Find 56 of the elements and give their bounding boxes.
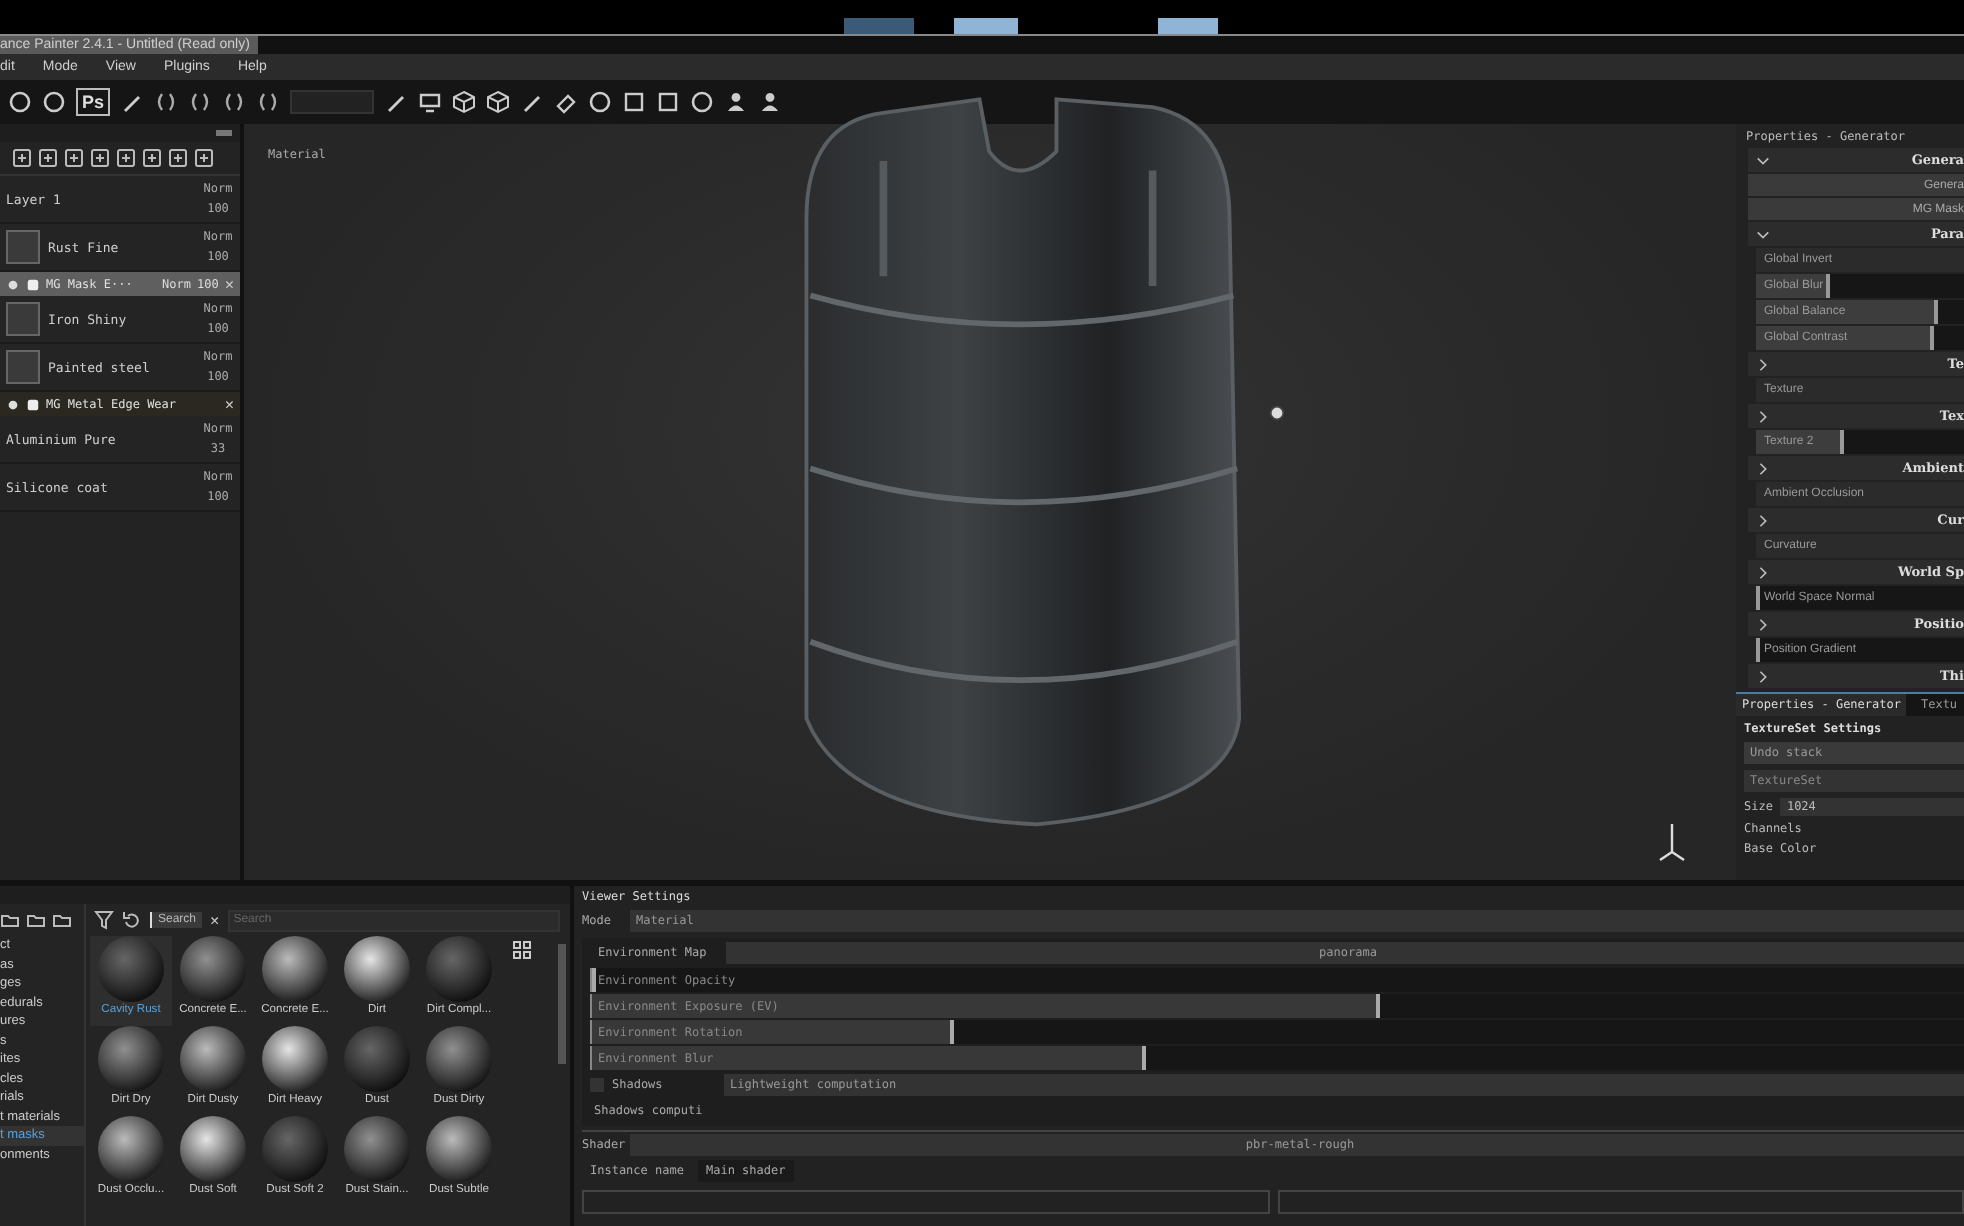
square-icon[interactable]: [622, 90, 647, 114]
axis-gizmo-icon: [1656, 820, 1688, 864]
grid-view-icon[interactable]: [512, 940, 532, 960]
bracket-icon[interactable]: [222, 90, 247, 114]
chevron-right-icon: [1756, 669, 1770, 683]
scrollbar[interactable]: [558, 944, 566, 1064]
layer-tool-icon[interactable]: [194, 148, 214, 168]
brush-icon[interactable]: [520, 90, 545, 114]
eraser-icon[interactable]: [554, 90, 579, 114]
thumbnail-placeholder[interactable]: [844, 18, 914, 34]
chevron-right-icon: [1756, 565, 1770, 579]
close-button[interactable]: ×: [224, 395, 234, 413]
layer-tool-icon[interactable]: [142, 148, 162, 168]
thumbnail-placeholder[interactable]: [954, 18, 1018, 34]
circle-icon[interactable]: [588, 90, 613, 114]
eye-icon[interactable]: [6, 277, 20, 291]
layer-tool-icon[interactable]: [90, 148, 110, 168]
bracket-icon[interactable]: [188, 90, 213, 114]
monitor-icon[interactable]: [418, 90, 443, 114]
person-icon[interactable]: [758, 90, 783, 114]
chevron-down-icon: [1756, 153, 1770, 167]
brush-size-field[interactable]: [290, 90, 375, 114]
cursor-icon: [1268, 404, 1286, 422]
chevron-right-icon: [1756, 409, 1770, 423]
brush-icon[interactable]: [384, 90, 409, 114]
circle-icon[interactable]: [42, 90, 66, 114]
cube-icon[interactable]: [486, 90, 511, 114]
chevron-right-icon: [1756, 617, 1770, 631]
layer-tool-icon[interactable]: [12, 148, 32, 168]
chevron-right-icon: [1756, 513, 1770, 527]
mask-icon: [26, 277, 40, 291]
layer-tool-icon[interactable]: [168, 148, 188, 168]
thumbnail-placeholder[interactable]: [1158, 18, 1218, 34]
layer-tool-icon[interactable]: [116, 148, 136, 168]
photoshop-button[interactable]: Ps: [76, 88, 111, 116]
circle-icon[interactable]: [690, 90, 715, 114]
close-button[interactable]: ×: [210, 911, 220, 929]
undo-icon[interactable]: [122, 910, 142, 930]
parameter-field[interactable]: [582, 1190, 1269, 1214]
cube-icon[interactable]: [452, 90, 477, 114]
mask-icon: [26, 397, 40, 411]
parameter-field[interactable]: [1277, 1190, 1964, 1214]
filter-icon[interactable]: [94, 910, 114, 930]
chevron-right-icon: [1756, 461, 1770, 475]
eye-icon[interactable]: [6, 397, 20, 411]
square-icon[interactable]: [656, 90, 681, 114]
circle-icon[interactable]: [8, 90, 32, 114]
chevron-down-icon: [1756, 227, 1770, 241]
layer-tool-icon[interactable]: [38, 148, 58, 168]
person-icon[interactable]: [724, 90, 749, 114]
bracket-icon[interactable]: [154, 90, 179, 114]
chevron-right-icon: [1756, 357, 1770, 371]
close-button[interactable]: ×: [224, 275, 234, 293]
bracket-icon[interactable]: [256, 90, 281, 114]
brush-icon[interactable]: [120, 90, 145, 114]
layer-tool-icon[interactable]: [64, 148, 84, 168]
